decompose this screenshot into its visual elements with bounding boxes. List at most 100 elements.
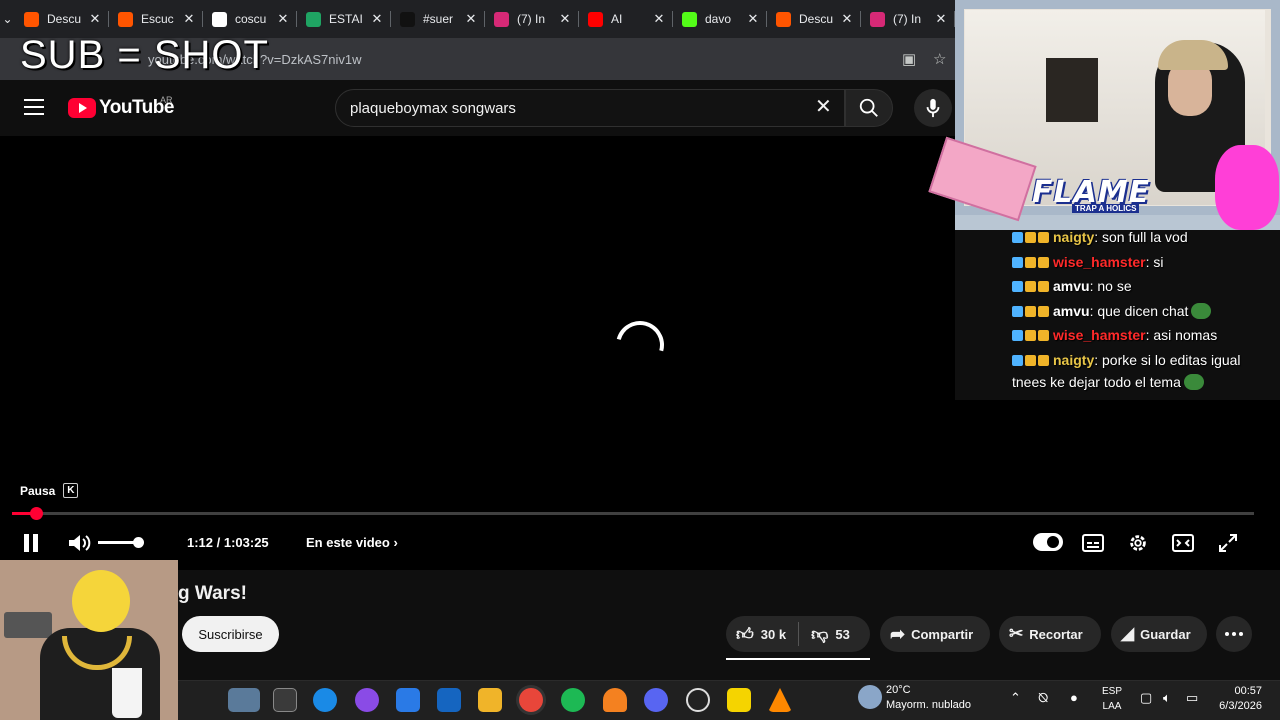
- display-icon[interactable]: ▢: [1140, 690, 1152, 706]
- tab-title: ESTAI: [329, 12, 363, 26]
- chat-emote-icon: [1183, 373, 1204, 390]
- chat-username[interactable]: amvu: [1053, 278, 1090, 294]
- youtube-logo[interactable]: YouTube: [68, 97, 174, 119]
- subtitles-icon[interactable]: [1081, 532, 1105, 554]
- search-input-value: plaqueboymax songwars: [350, 99, 516, 117]
- tab-close-icon[interactable]: ✕: [557, 11, 573, 27]
- clip-button[interactable]: ✂ Recortar: [999, 616, 1101, 652]
- share-button[interactable]: ➦ Compartir: [880, 616, 990, 652]
- youtube-play-icon: [68, 98, 96, 118]
- browser-tab[interactable]: (7) In ✕: [485, 0, 579, 38]
- browser-tab[interactable]: #suer ✕: [391, 0, 485, 38]
- dislike-button[interactable]: 👎︎ 53: [799, 616, 862, 652]
- chat-username[interactable]: amvu: [1053, 303, 1090, 319]
- tab-favicon-icon: [776, 11, 791, 27]
- theater-mode-icon[interactable]: [1171, 532, 1195, 554]
- task-view-icon[interactable]: [273, 688, 297, 712]
- chat-text: : no se: [1089, 278, 1132, 294]
- thumbs-up-icon: 👍︎: [736, 624, 754, 644]
- clip-label: Recortar: [1029, 626, 1083, 642]
- fullscreen-icon[interactable]: [1216, 531, 1240, 555]
- search-input[interactable]: plaqueboymax songwars: [335, 89, 845, 127]
- chat-username[interactable]: wise_hamster: [1053, 254, 1146, 270]
- tab-close-icon[interactable]: ✕: [745, 11, 761, 27]
- weather-widget[interactable]: 20°C Mayorm. nublado: [886, 683, 971, 713]
- tab-title: (7) In: [517, 12, 546, 26]
- chat-username[interactable]: naigty: [1053, 229, 1094, 245]
- tab-search-button[interactable]: ⌄: [0, 0, 15, 38]
- loading-spinner: [607, 312, 673, 378]
- share-label: Compartir: [911, 626, 974, 642]
- search-button[interactable]: [845, 89, 893, 127]
- progress-scrubber[interactable]: [30, 507, 43, 520]
- store-icon[interactable]: [396, 688, 420, 712]
- volume-tray-icon[interactable]: 🔈︎: [1163, 690, 1171, 706]
- system-clock[interactable]: 00:57 6/3/2026: [1208, 684, 1262, 714]
- chat-badges-icon: [1012, 251, 1051, 273]
- edge-browser-icon[interactable]: [313, 688, 337, 712]
- tab-close-icon[interactable]: ✕: [839, 11, 855, 27]
- discord-icon[interactable]: [644, 688, 668, 712]
- show-hidden-icons-chevron[interactable]: ⌃: [1010, 690, 1021, 706]
- volume-knob[interactable]: [133, 537, 144, 548]
- thumbs-down-icon: 👎︎: [811, 624, 829, 644]
- tooltip-shortcut-key: K: [63, 483, 79, 498]
- cloudflare-icon[interactable]: [603, 688, 627, 712]
- chat-username[interactable]: wise_hamster: [1053, 327, 1146, 343]
- chat-message: amvu: que dicen chat: [1012, 300, 1274, 322]
- chrome-icon[interactable]: [519, 688, 543, 712]
- clear-search-icon[interactable]: ✕: [815, 97, 832, 117]
- settings-gear-icon[interactable]: [1126, 531, 1150, 555]
- chapters-button[interactable]: En este video ›: [306, 535, 398, 550]
- tab-close-icon[interactable]: ✕: [933, 11, 949, 27]
- network-off-icon[interactable]: ⦰: [1038, 690, 1048, 706]
- bookmark-star-icon[interactable]: ☆: [933, 50, 946, 68]
- tab-close-icon[interactable]: ✕: [275, 11, 291, 27]
- tab-close-icon[interactable]: ✕: [369, 11, 385, 27]
- file-explorer-icon[interactable]: [478, 688, 502, 712]
- outlook-icon[interactable]: [437, 688, 461, 712]
- volume-icon[interactable]: [66, 532, 92, 554]
- tab-close-icon[interactable]: ✕: [651, 11, 667, 27]
- microphone-tray-icon[interactable]: ●: [1070, 690, 1078, 705]
- chat-username[interactable]: naigty: [1053, 352, 1094, 368]
- tab-favicon-icon: [682, 11, 697, 27]
- more-actions-button[interactable]: [1216, 616, 1252, 652]
- sticky-notes-icon[interactable]: [727, 688, 751, 712]
- browser-tab[interactable]: ESTAI ✕: [297, 0, 391, 38]
- subscribe-button[interactable]: Suscribirse: [182, 616, 279, 652]
- input-language-indicator[interactable]: ESP LAA: [1102, 684, 1122, 714]
- stream-overlay-text: SUB = SHOT: [20, 33, 269, 77]
- like-count: 30 k: [760, 626, 787, 642]
- progress-bar[interactable]: [12, 507, 1254, 520]
- copilot-icon[interactable]: [355, 688, 379, 712]
- pause-button[interactable]: [20, 532, 42, 554]
- chat-badges-icon: [1012, 275, 1051, 297]
- widgets-icon[interactable]: [228, 688, 260, 712]
- tab-close-icon[interactable]: ✕: [181, 11, 197, 27]
- tab-close-icon[interactable]: ✕: [87, 11, 103, 27]
- chat-message: naigty: porke si lo editas igual tnees k…: [1012, 349, 1274, 393]
- browser-tab[interactable]: (7) In ✕: [861, 0, 955, 38]
- like-button[interactable]: 👍︎ 30 k: [726, 616, 798, 652]
- battery-icon[interactable]: ▭: [1186, 690, 1198, 706]
- country-code: AR: [160, 95, 173, 105]
- obs-icon[interactable]: [686, 688, 710, 712]
- sticker-gun: [4, 612, 52, 638]
- install-app-icon[interactable]: ▣: [902, 50, 916, 68]
- browser-tab[interactable]: AI ✕: [579, 0, 673, 38]
- save-button[interactable]: ◢ Guardar: [1111, 616, 1207, 652]
- spotify-icon[interactable]: [561, 688, 585, 712]
- voice-search-button[interactable]: [914, 89, 952, 127]
- chat-badges-icon: [1012, 226, 1051, 248]
- browser-tab[interactable]: Descu ✕: [767, 0, 861, 38]
- menu-icon[interactable]: [24, 99, 44, 115]
- tab-close-icon[interactable]: ✕: [463, 11, 479, 27]
- chapters-label: En este video: [306, 535, 390, 550]
- autoplay-toggle[interactable]: [1033, 533, 1063, 551]
- browser-tab[interactable]: davo ✕: [673, 0, 767, 38]
- clock-date: 6/3/2026: [1219, 700, 1262, 712]
- video-player[interactable]: [0, 136, 955, 570]
- weather-icon[interactable]: [858, 685, 882, 709]
- tab-favicon-icon: [24, 11, 39, 27]
